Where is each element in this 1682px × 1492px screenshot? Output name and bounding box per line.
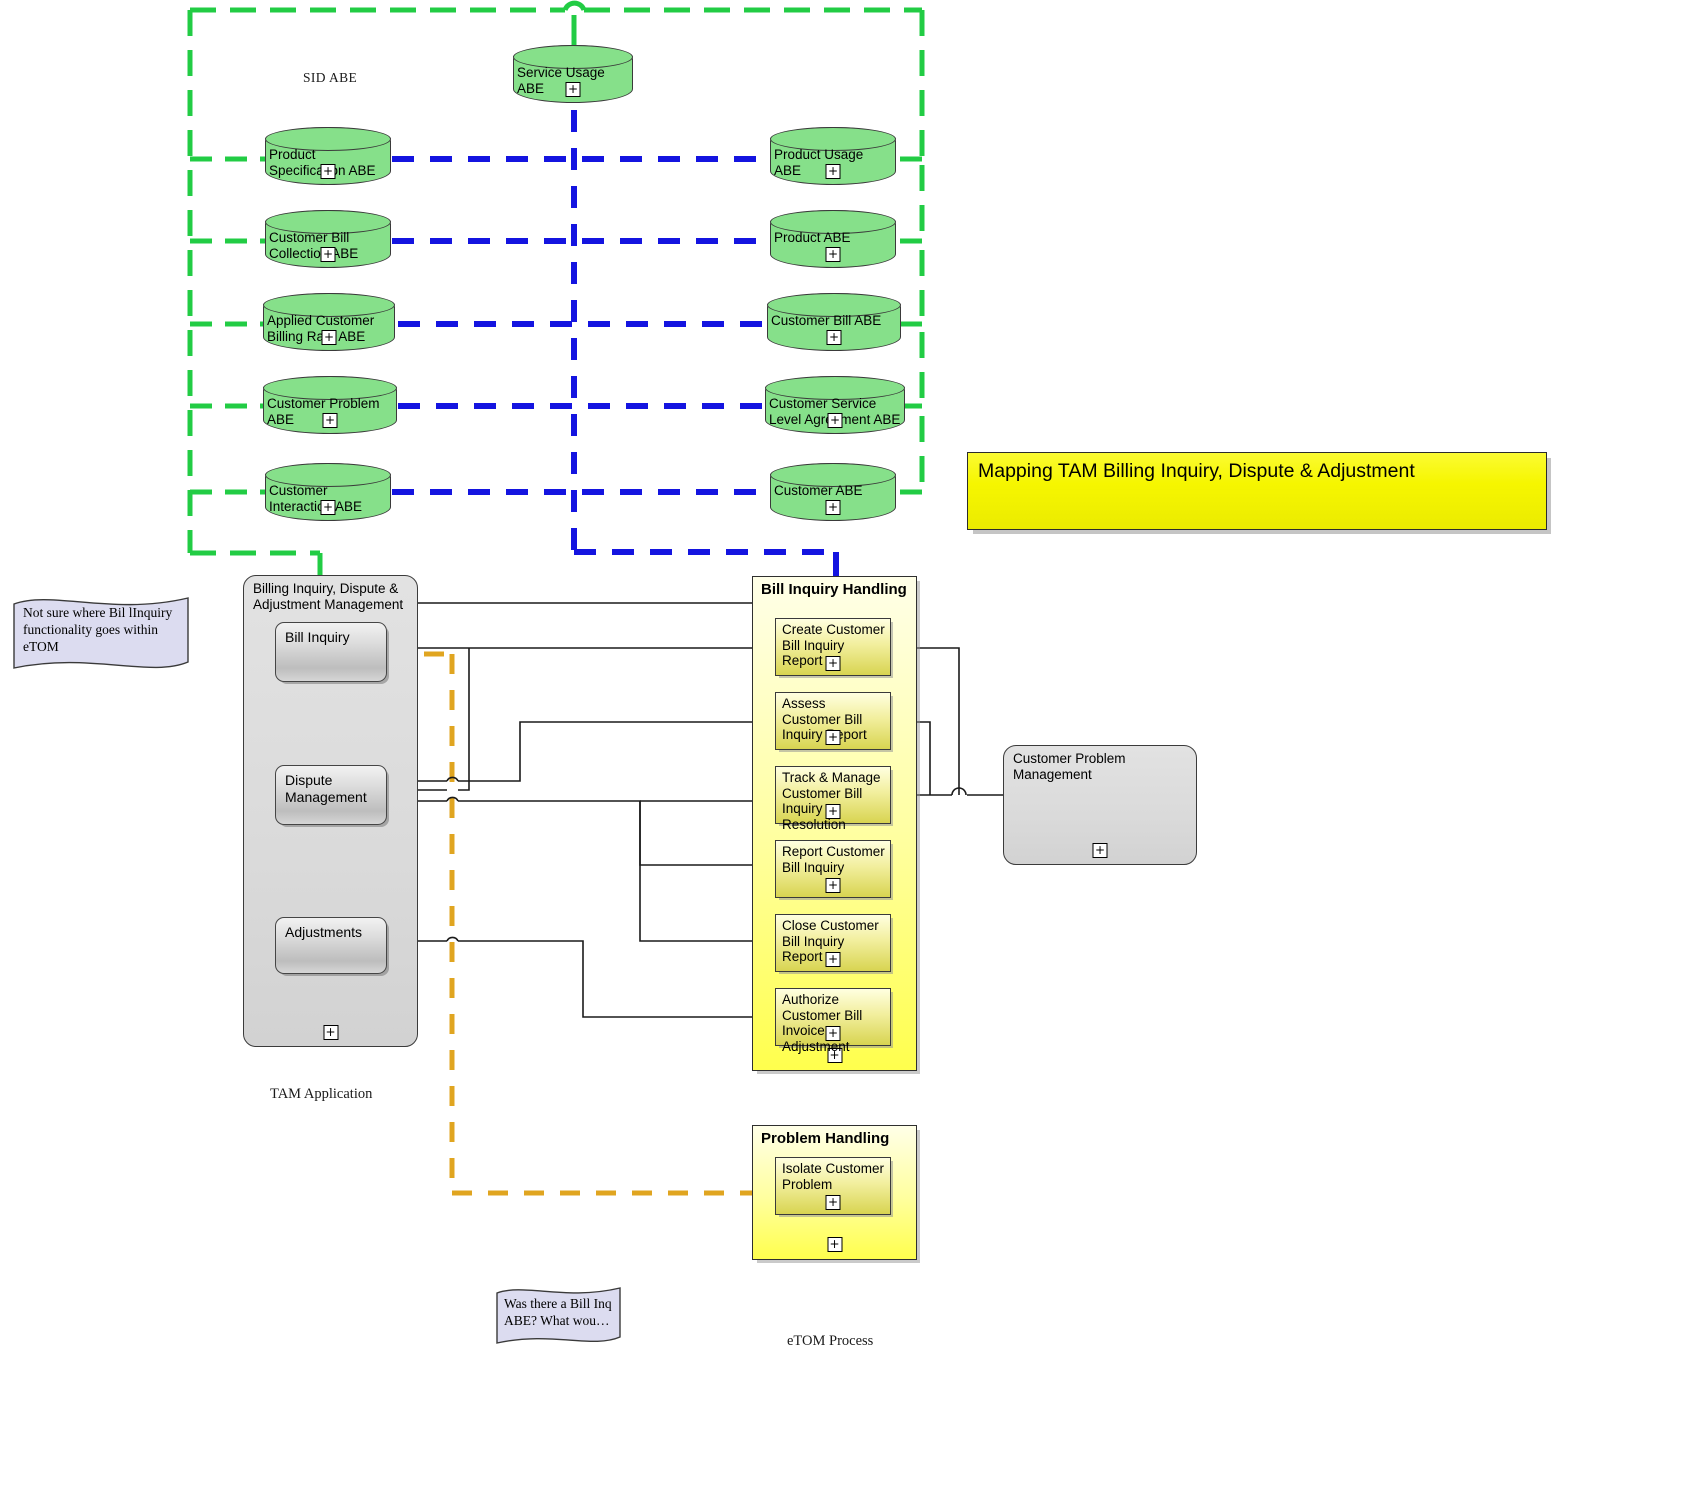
node-label: Track & Manage Customer Bill Inquiry Res… [782,770,881,832]
sid-boundary-jump-arc [562,0,587,12]
title-banner: Mapping TAM Billing Inquiry, Dispute & A… [967,452,1547,530]
plus-icon[interactable] [320,500,336,515]
sid-abe-label: SID ABE [303,70,358,85]
container-title: Bill Inquiry Handling [761,581,907,598]
abe-label: Customer ABE [774,483,863,498]
plus-icon[interactable] [825,164,841,179]
note-bill-inq-abe: Was there a Bill Inq ABE? What wou… [495,1283,622,1349]
line-jump-arc-3 [446,936,459,942]
plus-icon[interactable] [825,730,841,745]
banner-title: Mapping TAM Billing Inquiry, Dispute & A… [978,460,1415,482]
line-dispute-3b [458,800,775,866]
tam-node-adjustments[interactable]: Adjustments [275,917,387,974]
etom-process-label: eTOM Process [787,1333,874,1349]
diagram-canvas: SID ABE Service Usage ABE Product Specif… [0,0,1682,1492]
note-bill-inquiry-etom: Not sure where Bil lInquiry functionalit… [12,588,190,678]
plus-icon[interactable] [825,656,841,671]
etom-node-track-manage-customer-bill-inquiry-resolution[interactable]: Track & Manage Customer Bill Inquiry Res… [775,766,891,832]
node-label: Isolate Customer Problem [782,1161,885,1192]
node-label: Dispute Management [285,772,367,805]
plus-icon[interactable] [322,413,338,428]
abe-label: Customer Bill ABE [771,313,882,328]
plus-icon[interactable] [323,1025,338,1040]
node-label: Report Customer Bill Inquiry [782,844,885,875]
abe-customer-bill-collection-abe[interactable]: Customer Bill Collection ABE [265,210,391,268]
abe-customer-service-level-agreement-abe[interactable]: Customer Service Level Agreement ABE [765,376,905,434]
plus-icon[interactable] [827,413,843,428]
etom-node-authorize-customer-bill-invoice-adjustment[interactable]: Authorize Customer Bill Invoice Adjustme… [775,988,891,1054]
plus-icon[interactable] [825,952,841,967]
plus-icon[interactable] [826,330,842,345]
tam-customer-problem-management[interactable]: Customer Problem Management [1003,745,1197,865]
plus-icon[interactable] [825,878,841,893]
plus-icon[interactable] [565,82,581,97]
etom-node-create-customer-bill-inquiry-report[interactable]: Create Customer Bill Inquiry Report [775,618,891,676]
plus-icon[interactable] [825,247,841,262]
container-title: Customer Problem Management [1013,751,1126,782]
plus-icon[interactable] [1092,843,1108,858]
etom-node-assess-customer-bill-inquiry-report[interactable]: Assess Customer Bill Inquiry Report [775,692,891,750]
plus-icon[interactable] [320,247,336,262]
abe-customer-abe[interactable]: Customer ABE [770,463,896,521]
plus-icon[interactable] [825,1026,841,1041]
node-label: Authorize Customer Bill Invoice Adjustme… [782,992,863,1054]
plus-icon[interactable] [825,1195,841,1210]
abe-product-specification-abe[interactable]: Product Specification ABE [265,127,391,185]
plus-icon[interactable] [320,164,336,179]
plus-icon[interactable] [825,804,841,819]
line-jump-arc-2 [446,796,459,802]
line-dispute-2b [458,648,470,791]
abe-customer-problem-abe[interactable]: Customer Problem ABE [263,376,397,434]
line-jump-arc-1 [446,776,459,782]
etom-node-report-customer-bill-inquiry[interactable]: Report Customer Bill Inquiry [775,840,891,898]
abe-customer-interaction-abe[interactable]: Customer Interaction ABE [265,463,391,521]
tam-node-dispute-management[interactable]: Dispute Management [275,765,387,825]
container-title: Problem Handling [761,1130,890,1147]
abe-applied-customer-billing-rate-abe[interactable]: Applied Customer Billing Rate ABE [263,293,395,351]
abe-product-usage-abe[interactable]: Product Usage ABE [770,127,896,185]
plus-icon[interactable] [321,330,337,345]
plus-icon[interactable] [825,500,841,515]
plus-icon[interactable] [827,1237,842,1252]
abe-customer-bill-abe[interactable]: Customer Bill ABE [767,293,901,351]
etom-node-close-customer-bill-inquiry-report[interactable]: Close Customer Bill Inquiry Report [775,914,891,972]
note-text: Not sure where Bil lInquiry functionalit… [23,605,173,654]
line-dispute-1b [458,721,775,782]
abe-label: Product ABE [774,230,851,245]
tam-node-bill-inquiry[interactable]: Bill Inquiry [275,622,387,682]
node-label: Adjustments [285,924,363,940]
etom-node-isolate-customer-problem[interactable]: Isolate Customer Problem [775,1157,891,1215]
note-text: Was there a Bill Inq ABE? What wou… [504,1296,612,1328]
line-adjustments-b [458,940,775,1018]
tam-application-label: TAM Application [270,1086,373,1102]
line-jump-arc-4 [951,787,967,796]
abe-service-usage-abe[interactable]: Service Usage ABE [513,45,633,103]
abe-product-abe[interactable]: Product ABE [770,210,896,268]
container-title: Billing Inquiry, Dispute & Adjustment Ma… [253,581,404,612]
node-label: Bill Inquiry [285,629,350,645]
